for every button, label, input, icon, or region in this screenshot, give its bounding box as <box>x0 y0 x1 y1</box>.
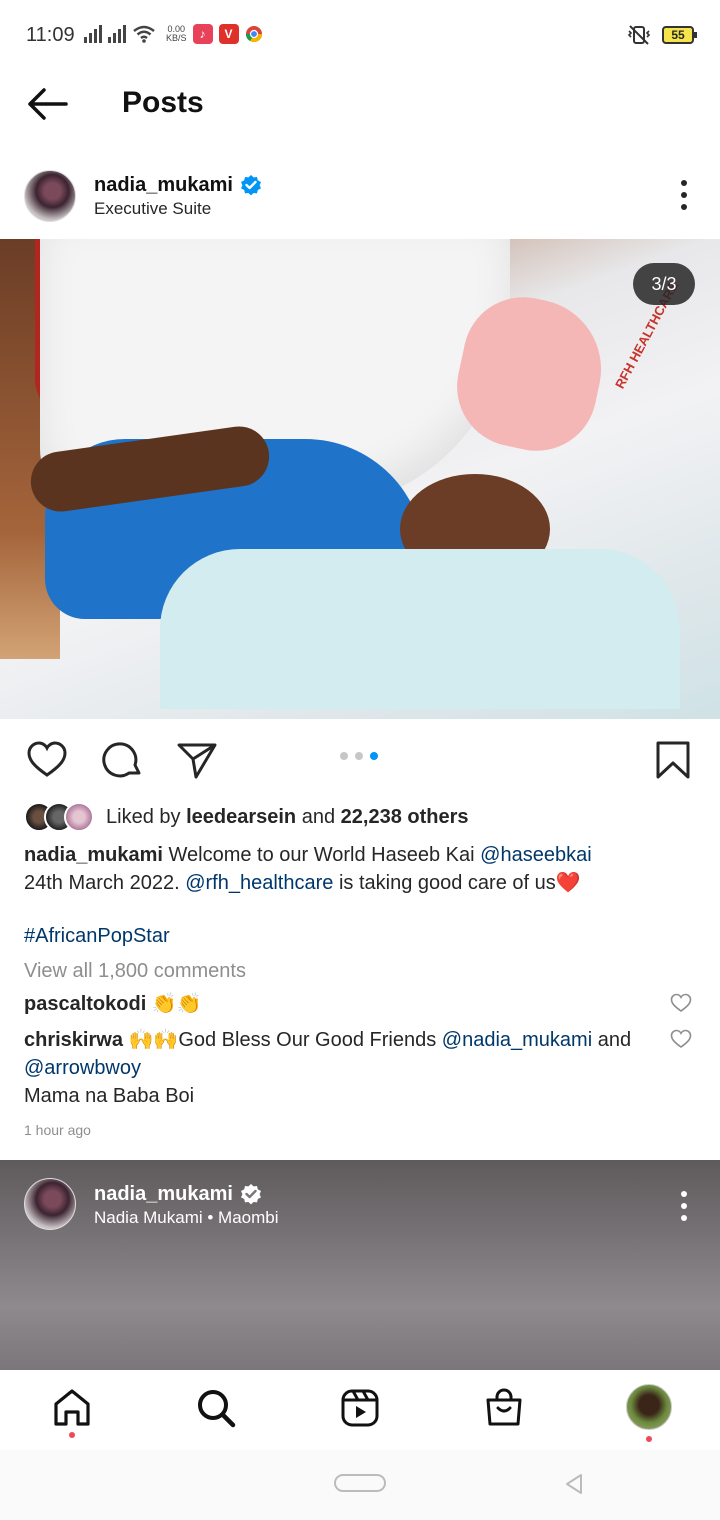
verified-badge-icon <box>240 1184 261 1205</box>
more-options-icon[interactable] <box>680 1190 688 1222</box>
reels-icon[interactable] <box>338 1386 382 1430</box>
vibrate-icon <box>627 25 651 45</box>
home-pill-icon[interactable] <box>334 1474 386 1492</box>
carousel-counter: 3/3 <box>633 263 695 305</box>
liker-avatar <box>64 802 94 832</box>
more-options-icon[interactable] <box>680 179 688 211</box>
status-right: 55 <box>626 24 697 46</box>
post-location[interactable]: Executive Suite <box>94 199 211 219</box>
comment-like-icon[interactable] <box>670 1029 692 1049</box>
notification-dot <box>69 1432 75 1438</box>
likes-row[interactable]: Liked by leedearsein and 22,238 others <box>24 797 469 837</box>
post-username[interactable]: nadia_mukami <box>94 1182 263 1206</box>
comment-author[interactable]: pascaltokodi <box>24 993 146 1015</box>
avatar[interactable] <box>24 1178 76 1230</box>
profile-avatar[interactable] <box>626 1384 672 1430</box>
system-nav-bar <box>0 1450 720 1520</box>
status-bar: 11:09 0.00 KB/S ♪ V 55 <box>0 0 720 70</box>
status-icons: 0.00 KB/S ♪ V <box>84 24 263 44</box>
carousel-dot-active <box>370 752 378 760</box>
post-username[interactable]: nadia_mukami <box>94 173 263 197</box>
wifi-icon <box>133 25 155 43</box>
post-header: nadia_mukami Executive Suite <box>0 165 720 235</box>
comment-like-icon[interactable] <box>670 993 692 1013</box>
share-icon[interactable] <box>176 739 218 781</box>
vpn-app-icon: V <box>218 24 239 44</box>
signal-icon <box>108 25 126 43</box>
notification-dot <box>646 1436 652 1442</box>
view-all-comments[interactable]: View all 1,800 comments <box>24 960 246 983</box>
next-post-preview[interactable]: nadia_mukami Nadia Mukami • Maombi <box>0 1160 720 1370</box>
post-caption: nadia_mukami Welcome to our World Haseeb… <box>24 844 592 894</box>
page-title: Posts <box>122 86 204 119</box>
comment-author[interactable]: chriskirwa <box>24 1029 123 1051</box>
mention-link[interactable]: @nadia_mukami <box>442 1029 592 1051</box>
mention-link[interactable]: @haseebkai <box>480 844 591 866</box>
comment-item: pascaltokodi 👏👏 <box>24 993 202 1015</box>
battery-icon: 55 <box>662 26 697 44</box>
mention-link[interactable]: @arrowbwoy <box>24 1057 141 1079</box>
status-time: 11:09 <box>26 24 75 46</box>
hashtag-link[interactable]: #AfricanPopStar <box>24 925 170 948</box>
avatar[interactable] <box>24 170 76 222</box>
net-speed: 0.00 KB/S <box>166 24 187 43</box>
heart-icon[interactable] <box>26 739 68 781</box>
carousel-dot <box>355 752 363 760</box>
post-subtitle[interactable]: Nadia Mukami • Maombi <box>94 1208 279 1228</box>
verified-badge-icon <box>240 175 261 196</box>
comment-icon[interactable] <box>102 739 144 781</box>
arrow-left-icon[interactable] <box>26 86 68 122</box>
signal-icon <box>84 25 102 43</box>
photo-blanket <box>160 549 680 709</box>
likes-text[interactable]: Liked by leedearsein and 22,238 others <box>106 806 469 829</box>
post-photo[interactable]: RFH HEALTHCARE 3/3 <box>0 239 720 719</box>
home-icon[interactable] <box>50 1386 94 1430</box>
post-timestamp: 1 hour ago <box>24 1122 91 1138</box>
bookmark-icon[interactable] <box>652 739 694 781</box>
caption-author[interactable]: nadia_mukami <box>24 844 163 866</box>
post-actions <box>0 735 720 785</box>
carousel-dots <box>340 752 378 760</box>
back-triangle-icon[interactable] <box>562 1472 586 1496</box>
bottom-nav <box>0 1370 720 1450</box>
search-icon[interactable] <box>194 1386 238 1430</box>
mention-link[interactable]: @rfh_healthcare <box>185 872 333 894</box>
comment-item: chriskirwa 🙌🙌God Bless Our Good Friends … <box>24 1029 632 1107</box>
chrome-icon <box>245 26 262 43</box>
music-app-icon: ♪ <box>192 24 213 44</box>
top-bar: Posts <box>0 70 720 140</box>
carousel-dot <box>340 752 348 760</box>
shop-icon[interactable] <box>482 1386 526 1430</box>
